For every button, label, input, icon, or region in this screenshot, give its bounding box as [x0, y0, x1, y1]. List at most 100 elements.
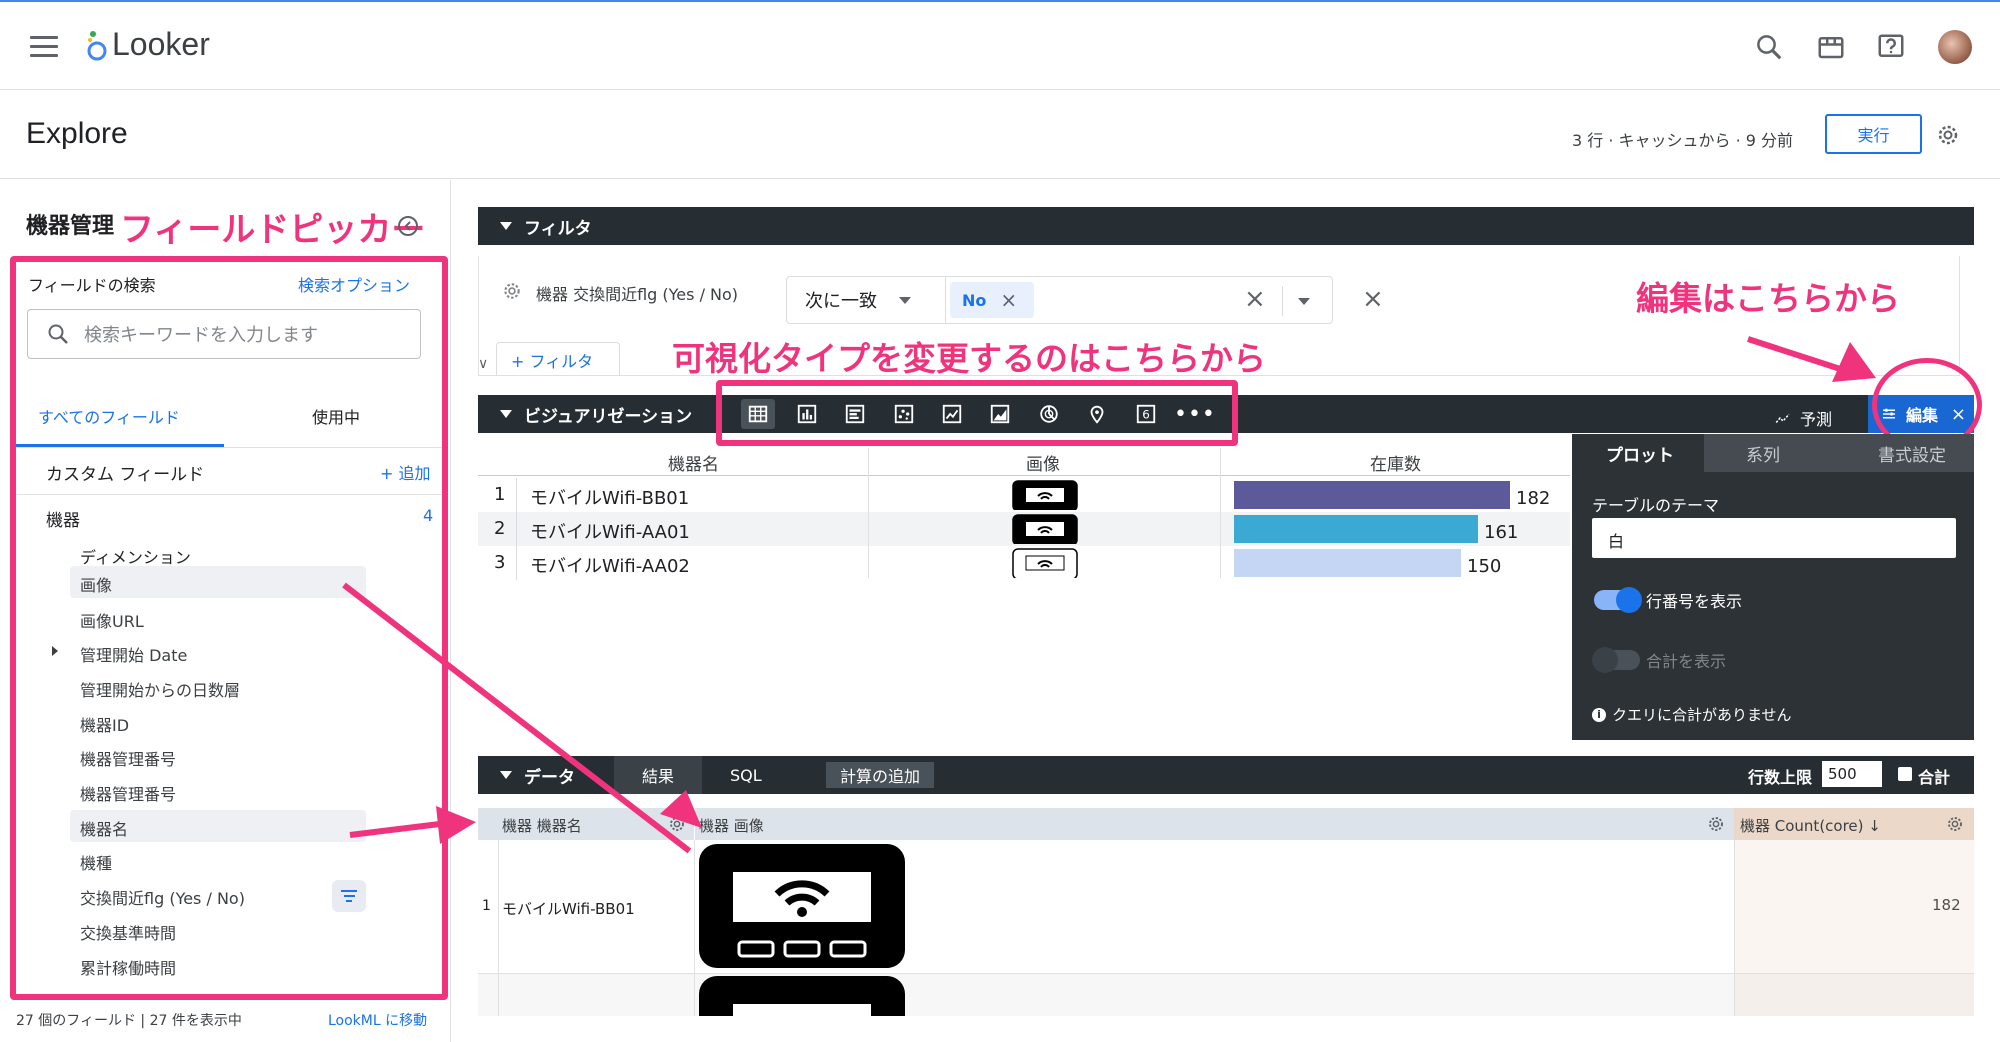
custom-fields-group[interactable]: カスタム フィールド [46, 460, 204, 485]
vis-bar [1234, 481, 1510, 509]
dimension-header: ディメンション [80, 548, 191, 567]
avatar[interactable] [1938, 30, 1972, 64]
vis-table-row: 3 モバイルWifi-AA02 150 [478, 546, 1570, 580]
lookml-link[interactable]: LookML に移動 [328, 1010, 427, 1030]
run-button[interactable]: 実行 [1825, 114, 1922, 154]
filter-bar[interactable]: フィルタ [478, 207, 1974, 245]
vis-row-number: 1 [494, 484, 506, 505]
field-item[interactable]: 交換基準時間 [80, 920, 176, 944]
router-image [699, 844, 905, 1016]
edit-panel: プロット 系列 書式設定 テーブルのテーマ 白 行番号を表示 合計を表示 i ク… [1572, 434, 1974, 740]
vis-bar-label: 150 [1467, 556, 1502, 577]
filter-field-icon[interactable] [332, 880, 366, 912]
theme-label: テーブルのテーマ [1592, 496, 1720, 515]
cache-status: 3 行 · キャッシュから · 9 分前 [1572, 131, 1794, 150]
chevron-down-icon[interactable]: ∨ [478, 356, 488, 372]
field-item[interactable]: 管理開始からの日数層 [80, 677, 240, 701]
gear-icon[interactable] [1946, 815, 1964, 833]
data-col1-label: 機器 機器名 [502, 817, 582, 835]
row-limit-input[interactable]: 500 [1822, 761, 1882, 787]
field-item[interactable]: 機器ID [80, 712, 129, 736]
chip-label: No [962, 290, 987, 310]
field-item[interactable]: 機器管理番号 [80, 746, 176, 770]
add-custom-field-button[interactable]: + 追加 [380, 460, 431, 484]
tab-all-fields[interactable]: すべてのフィールド [38, 404, 180, 428]
theme-select[interactable]: 白 [1592, 518, 1956, 558]
totals-label: 合計を表示 [1646, 652, 1727, 671]
vis-bar [1234, 515, 1478, 543]
forecast-label: 予測 [1800, 410, 1833, 429]
remove-filter-icon[interactable]: × [1362, 284, 1384, 314]
data-cell-name: モバイルWifi-BB01 [502, 900, 635, 918]
vis-cell-name: モバイルWifi-BB01 [530, 488, 690, 509]
field-count-footer: 27 個のフィールド | 27 件を表示中 [16, 1013, 242, 1029]
router-thumbnail [1012, 548, 1078, 578]
collapse-panel-icon[interactable] [396, 214, 420, 238]
search-placeholder: 検索キーワードを入力します [84, 325, 318, 346]
clear-value-icon[interactable]: × [1244, 284, 1266, 314]
forecast-icon [1775, 413, 1790, 423]
field-item[interactable]: 管理開始 Date [80, 642, 187, 666]
view-group-kiki[interactable]: 機器 [46, 506, 80, 531]
field-item[interactable]: 機器管理番号 [80, 781, 176, 805]
vis-col-stock: 在庫数 [1370, 455, 1421, 475]
hamburger-menu-icon[interactable] [30, 36, 58, 58]
looker-logo[interactable]: Looker [84, 26, 210, 63]
looker-logo-icon [87, 30, 107, 60]
router-thumbnail [1012, 514, 1078, 544]
filter-bar-title: フィルタ [524, 218, 592, 239]
add-calculation-button[interactable]: 計算の追加 [826, 762, 934, 788]
collapse-triangle-icon[interactable] [500, 222, 512, 230]
gear-icon[interactable] [1936, 123, 1960, 147]
filter-value-chip[interactable]: No × [950, 282, 1034, 318]
row-number-toggle[interactable] [1594, 587, 1642, 613]
row-number-label: 行番号を表示 [1646, 592, 1743, 611]
totals-checkbox[interactable] [1898, 767, 1912, 781]
info-icon: i [1592, 707, 1606, 722]
vis-col-name: 機器名 [668, 455, 719, 475]
chevron-down-icon[interactable] [1298, 298, 1310, 305]
field-search-input[interactable]: 検索キーワードを入力します [27, 309, 421, 359]
field-item[interactable]: 画像URL [80, 608, 144, 632]
vis-row-number: 2 [494, 518, 506, 539]
vis-table-row: 2 モバイルWifi-AA01 161 [478, 512, 1570, 546]
marketplace-icon[interactable] [1816, 32, 1846, 62]
tab-sql[interactable]: SQL [730, 766, 762, 785]
top-bar: Looker [0, 0, 2000, 90]
collapse-triangle-icon[interactable] [500, 771, 512, 779]
chip-close-icon[interactable]: × [1000, 288, 1017, 312]
filter-field-name: 機器 交換間近flg (Yes / No) [536, 285, 739, 304]
totals-checkbox-label: 合計 [1918, 768, 1951, 787]
filter-operator-value: 次に一致 [805, 291, 877, 312]
expand-arrow-icon[interactable] [52, 646, 58, 656]
field-item[interactable]: 画像 [80, 572, 112, 596]
vis-cell-name: モバイルWifi-AA01 [530, 522, 690, 543]
field-item[interactable]: 機種 [80, 850, 112, 874]
help-icon[interactable] [1876, 32, 1906, 62]
page-title: Explore [26, 117, 128, 150]
tab-in-use[interactable]: 使用中 [312, 404, 360, 428]
field-item[interactable]: 累計稼働時間 [80, 955, 176, 979]
no-totals-note: i クエリに合計がありません [1592, 704, 1792, 725]
gear-icon[interactable] [1707, 815, 1725, 833]
data-col-header-count[interactable]: 機器 Count(core) ↓ [1734, 808, 1974, 840]
data-col-header-image[interactable]: 機器 画像 [694, 808, 1734, 840]
field-item[interactable]: 交換間近flg (Yes / No) [80, 885, 245, 909]
gear-icon[interactable] [502, 281, 522, 301]
totals-toggle[interactable] [1592, 647, 1640, 673]
visualization-bar-title: ビジュアリゼーション [524, 406, 693, 427]
vis-row-number: 3 [494, 552, 506, 573]
filter-operator-select[interactable]: 次に一致 [786, 276, 946, 324]
field-item[interactable]: 機器名 [80, 816, 128, 840]
vis-cell-name: モバイルWifi-AA02 [530, 556, 690, 577]
search-options-link[interactable]: 検索オプション [298, 272, 410, 296]
vis-bar-label: 161 [1484, 522, 1519, 543]
tab-plot[interactable]: プロット [1572, 434, 1704, 472]
add-filter-button[interactable]: + フィルタ [496, 342, 620, 376]
tab-series[interactable]: 系列 [1704, 434, 1838, 472]
search-icon[interactable] [1754, 32, 1784, 62]
forecast-button[interactable]: 予測 [1774, 406, 1832, 430]
data-col3-label: 機器 Count(core) ↓ [1740, 817, 1881, 835]
tab-formatting[interactable]: 書式設定 [1838, 434, 1974, 472]
collapse-triangle-icon[interactable] [500, 410, 512, 418]
